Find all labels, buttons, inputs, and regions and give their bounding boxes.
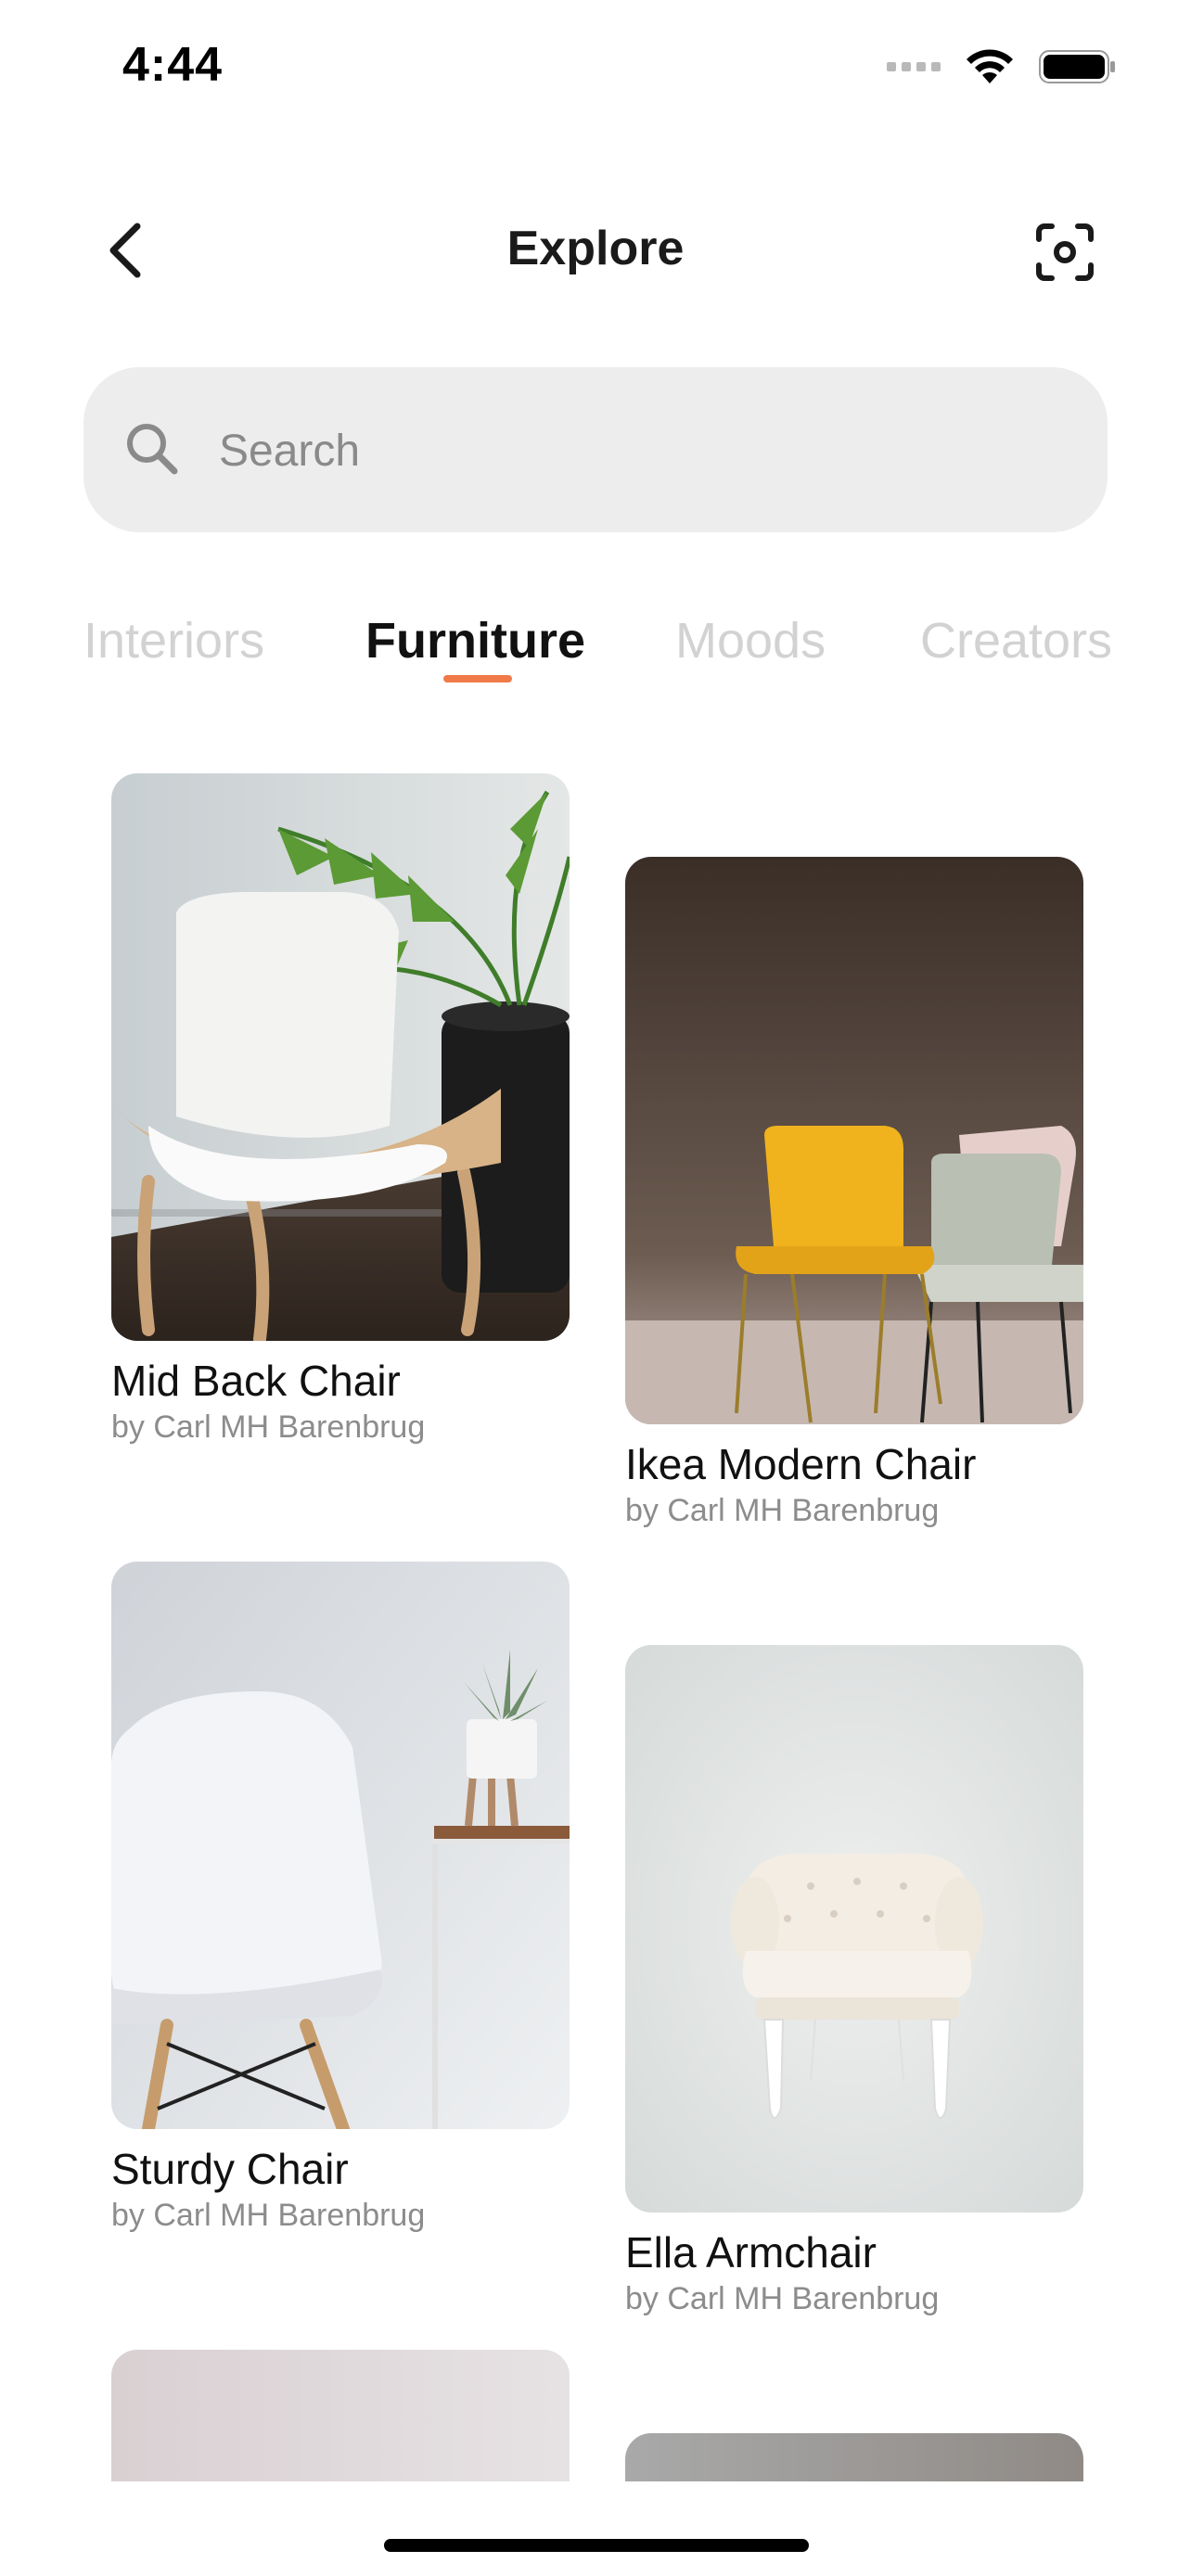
tab-creators[interactable]: Creators [920, 612, 1112, 670]
item-image [625, 857, 1083, 1424]
item-title: Ella Armchair [625, 2228, 877, 2276]
search-input[interactable] [217, 408, 1056, 493]
active-tab-indicator [443, 675, 512, 682]
category-tabs: Interiors Furniture Moods Creators [0, 612, 1191, 705]
item-author: by Carl MH Barenbrug [625, 2281, 940, 2316]
item-card-mid-back-chair[interactable]: Mid Back Chair by Carl MH Barenbrug [111, 773, 570, 1446]
item-card-ikea-modern-chair[interactable]: Ikea Modern Chair by Carl MH Barenbrug [625, 857, 1083, 1529]
item-image [111, 773, 570, 1341]
item-card-partial[interactable] [111, 2350, 570, 2481]
search-icon [127, 424, 178, 475]
item-image [625, 1645, 1083, 2213]
scan-button[interactable] [1028, 215, 1102, 289]
item-title: Ikea Modern Chair [625, 1440, 977, 1488]
tab-interiors[interactable]: Interiors [83, 612, 264, 670]
status-bar: 4:44 [0, 0, 1191, 139]
item-author: by Carl MH Barenbrug [625, 1493, 940, 1528]
item-card-partial[interactable] [625, 2433, 1083, 2481]
wifi-icon [967, 49, 1013, 83]
header: Explore [0, 204, 1191, 297]
home-indicator[interactable] [384, 2539, 809, 2552]
item-author: by Carl MH Barenbrug [111, 1409, 426, 1445]
item-image [111, 2350, 570, 2481]
status-time: 4:44 [122, 38, 224, 92]
item-title: Mid Back Chair [111, 1357, 401, 1405]
item-card-ella-armchair[interactable]: Ella Armchair by Carl MH Barenbrug [625, 1645, 1083, 2317]
cellular-dots-icon [887, 62, 941, 71]
item-title: Sturdy Chair [111, 2145, 349, 2193]
battery-icon [1039, 50, 1115, 83]
search-bar[interactable] [83, 367, 1108, 532]
status-icons [887, 48, 1117, 85]
item-image [625, 2433, 1083, 2481]
camera-scan-icon [1036, 223, 1094, 281]
tab-moods[interactable]: Moods [675, 612, 826, 670]
item-card-sturdy-chair[interactable]: Sturdy Chair by Carl MH Barenbrug [111, 1562, 570, 2234]
tab-furniture[interactable]: Furniture [365, 612, 585, 670]
page-title: Explore [506, 222, 685, 275]
item-author: by Carl MH Barenbrug [111, 2198, 426, 2233]
item-image [111, 1562, 570, 2129]
